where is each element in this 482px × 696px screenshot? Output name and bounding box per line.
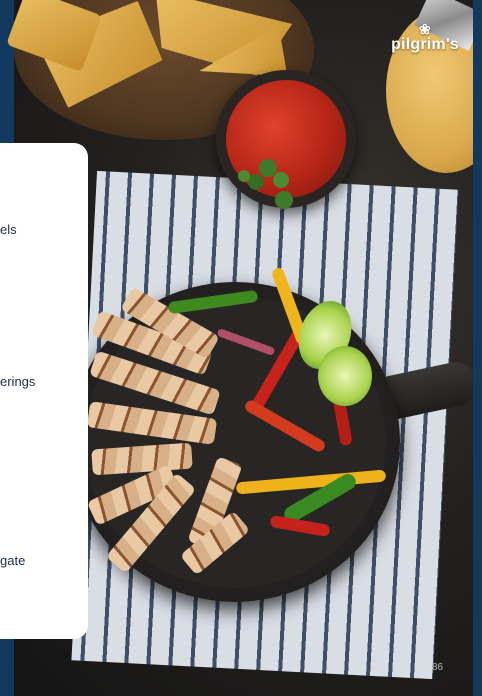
page-number: 86 [432, 662, 444, 673]
right-accent-bar [473, 0, 482, 696]
cilantro-garnish [238, 159, 293, 209]
side-panel-item[interactable]: erings [0, 374, 35, 389]
brand-logo: ❀ pilgrim's [391, 21, 459, 53]
lime-wedge [318, 346, 372, 406]
brand-logo-text: pilgrim's [391, 36, 459, 53]
recipe-page: ❀ pilgrim's els erings gate 86 [0, 0, 482, 696]
side-panel-item[interactable]: els [0, 222, 17, 237]
side-panel-item[interactable]: gate [0, 553, 25, 568]
